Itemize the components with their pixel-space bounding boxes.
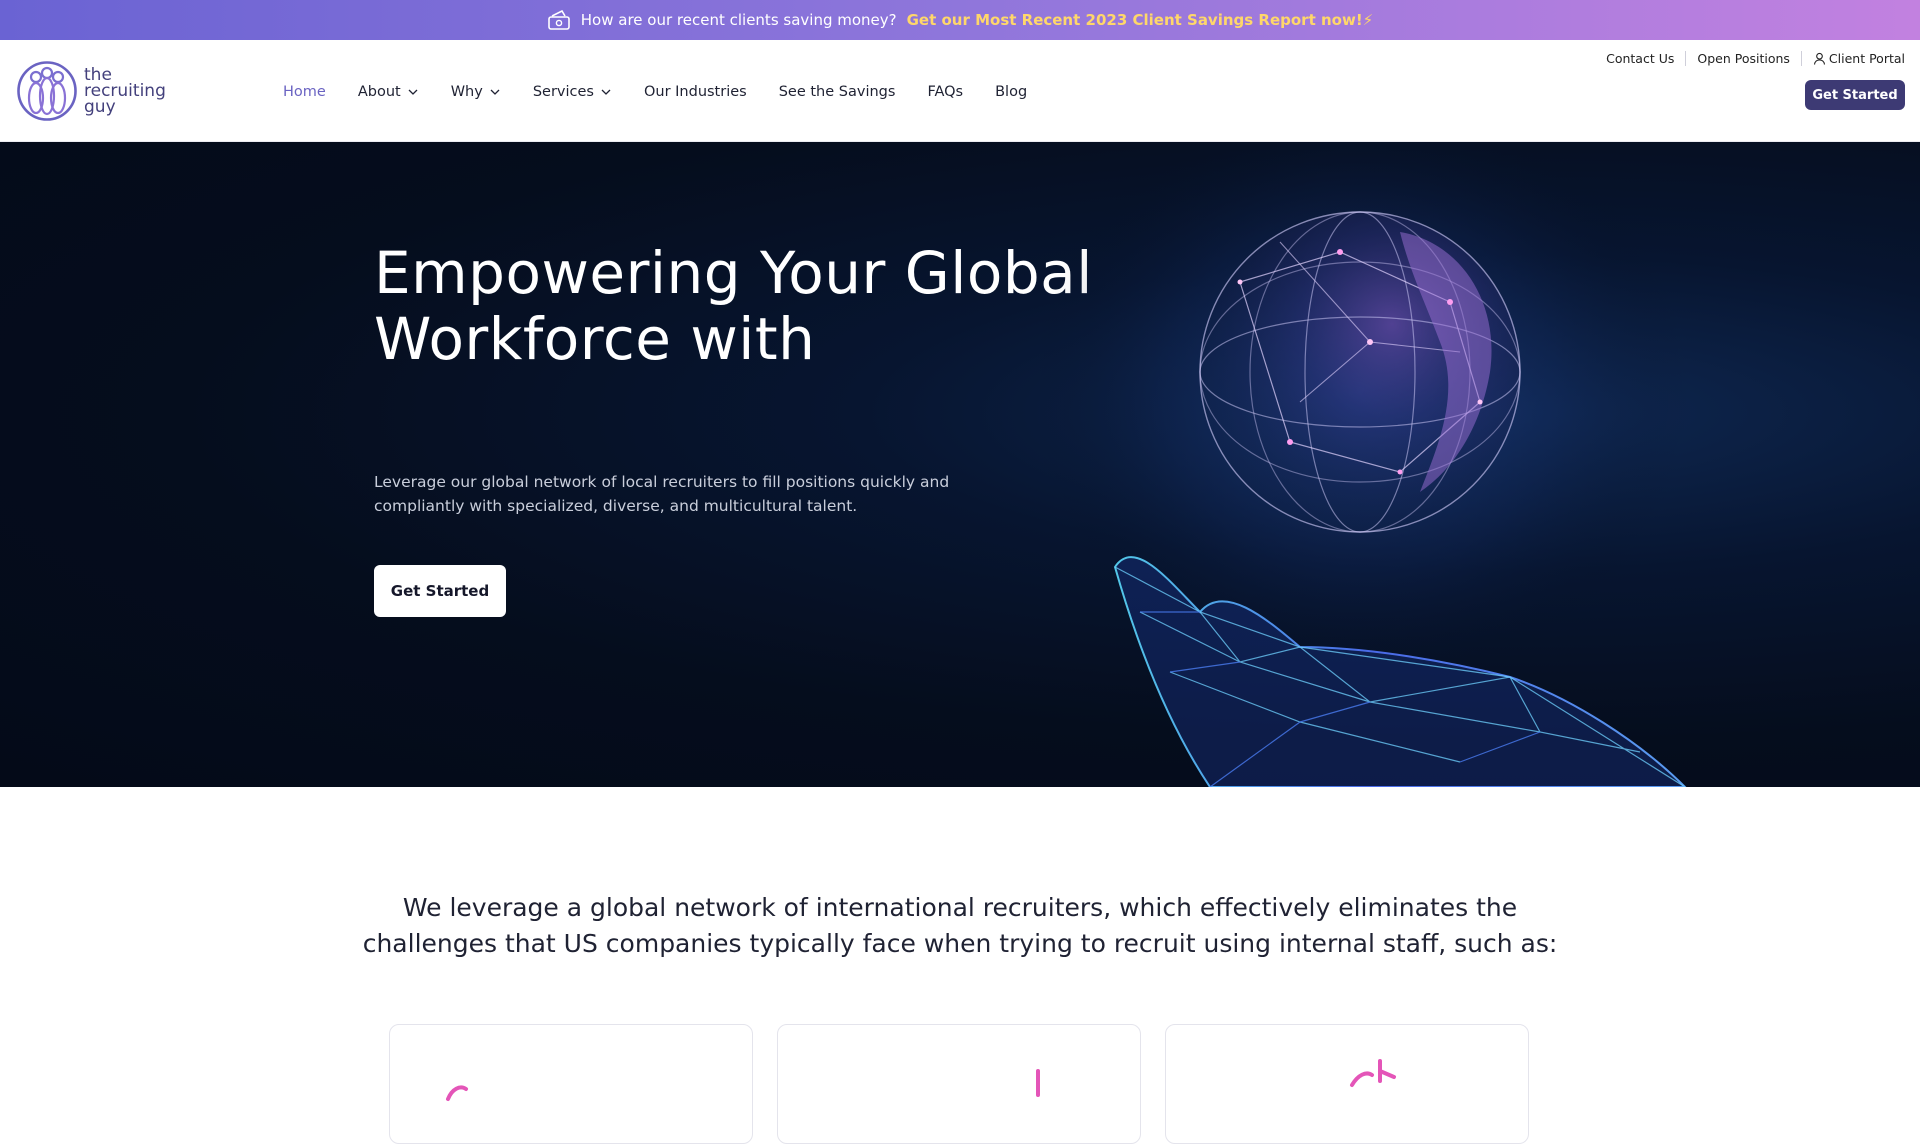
hero-section: Empowering Your Global Workforce with Le… xyxy=(0,142,1920,787)
contact-us-link[interactable]: Contact Us xyxy=(1595,51,1685,66)
nav-services-label: Services xyxy=(532,84,594,100)
announcement-bar: How are our recent clients saving money?… xyxy=(0,0,1920,40)
logo-word-3: guy xyxy=(84,97,116,117)
header-get-started-button[interactable]: Get Started xyxy=(1805,80,1905,110)
nav-home-label: Home xyxy=(283,84,326,100)
card-illustration-icon xyxy=(446,1085,468,1101)
nav-blog-label: Blog xyxy=(995,84,1028,100)
nav-industries-label: Our Industries xyxy=(643,84,747,100)
nav-savings-label: See the Savings xyxy=(778,84,896,100)
logo[interactable]: the recruiting guy xyxy=(16,60,166,122)
hero-title: Empowering Your Global Workforce with xyxy=(374,239,1093,373)
main-nav: Home About Why Services Our Industries S… xyxy=(283,84,1027,100)
challenge-card xyxy=(1165,1024,1529,1144)
hero-subtitle: Leverage our global network of local rec… xyxy=(374,473,950,515)
open-positions-link[interactable]: Open Positions xyxy=(1685,51,1801,66)
hero-get-started-button[interactable]: Get Started xyxy=(374,565,506,617)
globe-icon xyxy=(1199,211,1521,533)
intro-text: We leverage a global network of internat… xyxy=(362,893,1558,958)
card-illustration-icon xyxy=(1036,1069,1040,1097)
chevron-down-icon xyxy=(601,89,611,95)
nav-home[interactable]: Home xyxy=(283,84,326,100)
utility-nav: Contact Us Open Positions Client Portal xyxy=(1595,51,1905,66)
globe-hand-illustration xyxy=(1040,142,1690,787)
savings-report-link[interactable]: Get our Most Recent 2023 Client Savings … xyxy=(907,11,1374,29)
nav-see-the-savings[interactable]: See the Savings xyxy=(779,84,896,100)
chevron-down-icon xyxy=(408,89,418,95)
challenge-cards xyxy=(389,1024,1529,1144)
user-icon xyxy=(1813,52,1825,65)
client-portal-link[interactable]: Client Portal xyxy=(1800,51,1905,66)
nav-our-industries[interactable]: Our Industries xyxy=(644,84,747,100)
chevron-down-icon xyxy=(490,89,500,95)
nav-blog[interactable]: Blog xyxy=(995,84,1027,100)
nav-faqs-label: FAQs xyxy=(927,84,964,100)
card-illustration-icon xyxy=(1350,1059,1396,1087)
nav-why-label: Why xyxy=(450,84,483,100)
challenge-card xyxy=(777,1024,1141,1144)
announcement-text: How are our recent clients saving money? xyxy=(580,11,897,29)
challenge-card xyxy=(389,1024,753,1144)
nav-services[interactable]: Services xyxy=(533,84,612,100)
nav-why[interactable]: Why xyxy=(451,84,501,100)
logo-mark-icon xyxy=(17,61,77,121)
nav-about[interactable]: About xyxy=(358,84,419,100)
nav-faqs[interactable]: FAQs xyxy=(927,84,963,100)
site-header: the recruiting guy Home About Why Servic… xyxy=(0,40,1920,142)
nav-about-label: About xyxy=(357,84,401,100)
money-icon xyxy=(547,10,571,30)
client-portal-label: Client Portal xyxy=(1828,51,1905,66)
